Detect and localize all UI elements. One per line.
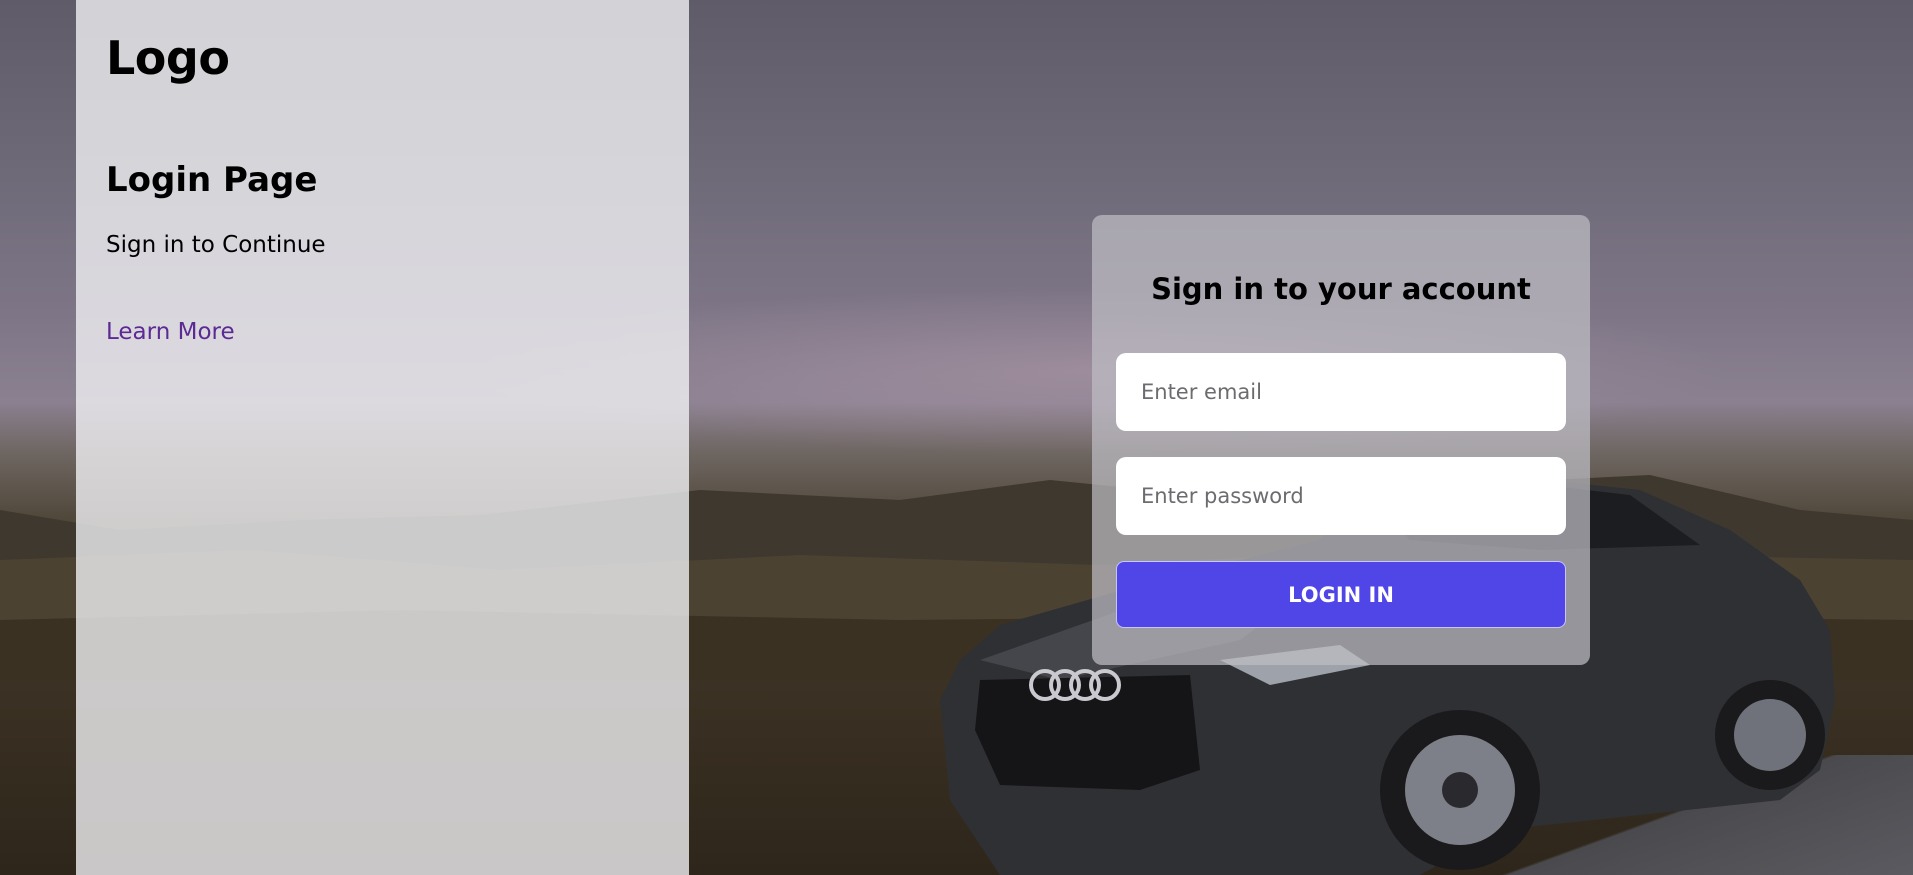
login-button[interactable]: LOGIN IN: [1116, 561, 1566, 628]
left-info-panel: Logo Login Page Sign in to Continue Lear…: [76, 0, 689, 875]
logo: Logo: [106, 31, 230, 85]
email-field[interactable]: [1116, 353, 1566, 431]
password-field[interactable]: [1116, 457, 1566, 535]
login-card-title: Sign in to your account: [1151, 272, 1531, 306]
page-subtitle: Sign in to Continue: [106, 232, 326, 258]
login-form: Sign in to your account LOGIN IN: [1092, 215, 1590, 665]
learn-more-link[interactable]: Learn More: [106, 317, 235, 347]
page-title: Login Page: [106, 160, 318, 200]
login-page: Logo Login Page Sign in to Continue Lear…: [0, 0, 1913, 875]
